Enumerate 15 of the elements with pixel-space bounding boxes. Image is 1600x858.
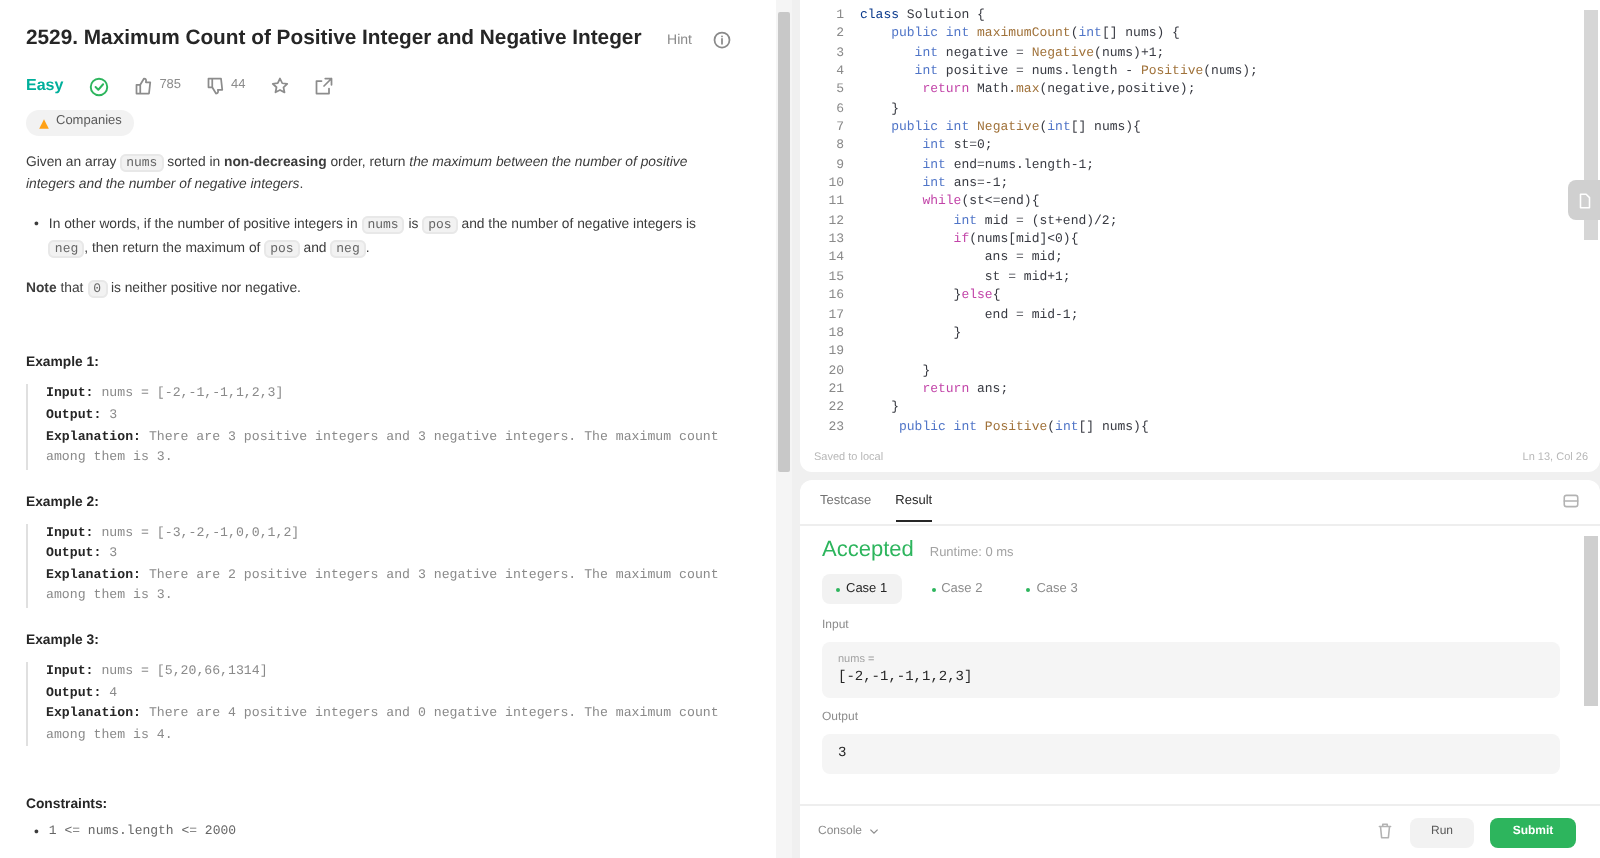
code-editor[interactable] [800,0,1600,472]
share-icon[interactable] [313,76,334,97]
problem-title: 2529. Maximum Count of Positive Integer and Negative Integer [26,26,642,54]
star-icon[interactable] [269,76,290,97]
scrollbar[interactable] [776,0,792,858]
chevron-icon [868,826,881,838]
collapse-icon[interactable] [1562,491,1580,509]
trash-icon[interactable] [1376,822,1394,840]
info-icon[interactable] [712,30,732,51]
result-status: Accepted [822,538,914,562]
difficulty-label: Easy [26,73,64,98]
thumbs-up-icon[interactable] [133,76,154,97]
document-icon[interactable] [1575,191,1593,209]
thumbs-down-icon[interactable] [205,76,226,97]
notes-button[interactable] [1568,180,1600,220]
